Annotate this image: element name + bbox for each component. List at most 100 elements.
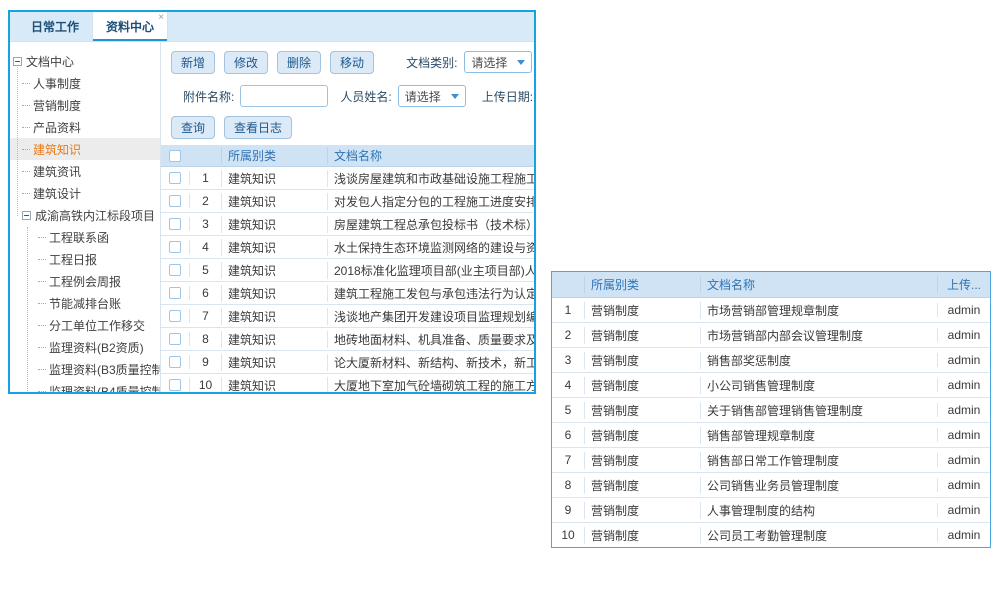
- row-category: 建筑知识: [221, 354, 327, 371]
- row-checkbox[interactable]: [169, 172, 181, 184]
- documents-table-header: 所属别类 文档名称: [161, 145, 534, 167]
- view-log-button[interactable]: 查看日志: [224, 116, 292, 139]
- row-category: 建筑知识: [221, 170, 327, 187]
- tree-item[interactable]: 人事制度: [10, 72, 160, 94]
- toolbar-row-actions: 新增 修改 删除 移动 文档类别: 请选择 文档名称:: [161, 46, 534, 78]
- tree-item[interactable]: 产品资料: [10, 116, 160, 138]
- row-doc-name: 销售部奖惩制度: [700, 352, 937, 369]
- row-category: 建筑知识: [221, 239, 327, 256]
- row-checkbox[interactable]: [169, 379, 181, 391]
- row-category: 建筑知识: [221, 193, 327, 210]
- row-index: 9: [189, 355, 221, 369]
- table-row[interactable]: 1 营销制度 市场营销部管理规章制度 admin: [552, 298, 990, 323]
- table-row[interactable]: 6 建筑知识 建筑工程施工发包与承包违法行为认定...: [161, 282, 534, 305]
- tree-item[interactable]: 工程日报: [10, 248, 160, 270]
- tree-item-label: 建筑知识: [33, 141, 81, 158]
- table-row[interactable]: 8 营销制度 公司销售业务员管理制度 admin: [552, 473, 990, 498]
- tab-data-center[interactable]: 资料中心 ×: [92, 12, 168, 41]
- row-checkbox[interactable]: [169, 195, 181, 207]
- table-row[interactable]: 5 建筑知识 2018标准化监理项目部(业主项目部)人员...: [161, 259, 534, 282]
- collapse-icon[interactable]: [22, 211, 31, 220]
- doc-category-value: 请选择: [471, 54, 507, 71]
- row-category: 建筑知识: [221, 308, 327, 325]
- tree-item[interactable]: 文档中心: [10, 50, 160, 72]
- tree-item[interactable]: 节能减排台账: [10, 292, 160, 314]
- tree-item-label: 分工单位工作移交: [49, 317, 145, 334]
- tree-item[interactable]: 营销制度: [10, 94, 160, 116]
- tree-item-label: 监理资料(B3质量控制): [49, 361, 161, 378]
- row-doc-name: 水土保持生态环境监测网络的建设与资...: [327, 239, 534, 256]
- select-all-checkbox[interactable]: [169, 150, 181, 162]
- row-checkbox[interactable]: [169, 287, 181, 299]
- tree-item[interactable]: 成渝高铁内江标段项目: [10, 204, 160, 226]
- table-row[interactable]: 1 建筑知识 浅谈房屋建筑和市政基础设施工程施工...: [161, 167, 534, 190]
- row-checkbox[interactable]: [169, 356, 181, 368]
- tree-item[interactable]: 建筑资讯: [10, 160, 160, 182]
- person-name-label: 人员姓名:: [340, 88, 391, 105]
- row-category: 建筑知识: [221, 331, 327, 348]
- tree-item[interactable]: 监理资料(B2资质): [10, 336, 160, 358]
- row-doc-name: 销售部日常工作管理制度: [700, 452, 937, 469]
- table-row[interactable]: 9 建筑知识 论大厦新材料、新结构、新技术，新工...: [161, 351, 534, 374]
- toolbar-button[interactable]: 删除: [277, 51, 321, 74]
- desktop-canvas: 日常工作 资料中心 × 文档中心 人事制度: [0, 0, 1000, 600]
- row-checkbox[interactable]: [169, 310, 181, 322]
- tree-item[interactable]: 监理资料(B3质量控制): [10, 358, 160, 380]
- row-checkbox[interactable]: [169, 264, 181, 276]
- toolbar-button-label: 删除: [287, 54, 311, 71]
- row-index: 6: [552, 428, 584, 442]
- tree-item-label: 监理资料(B4质量控制): [49, 383, 161, 394]
- row-checkbox[interactable]: [169, 333, 181, 345]
- row-checkbox-cell: [161, 172, 189, 184]
- tree-item[interactable]: 分工单位工作移交: [10, 314, 160, 336]
- tab-daily-work[interactable]: 日常工作: [18, 12, 92, 41]
- row-index: 4: [189, 240, 221, 254]
- table-row[interactable]: 6 营销制度 销售部管理规章制度 admin: [552, 423, 990, 448]
- query-button[interactable]: 查询: [171, 116, 215, 139]
- row-index: 2: [552, 328, 584, 342]
- table-row[interactable]: 7 建筑知识 浅谈地产集团开发建设项目监理规划编...: [161, 305, 534, 328]
- row-doc-name: 关于销售部管理销售管理制度: [700, 402, 937, 419]
- table-row[interactable]: 5 营销制度 关于销售部管理销售管理制度 admin: [552, 398, 990, 423]
- tree-branch-line-icon: [22, 149, 30, 150]
- table-row[interactable]: 3 营销制度 销售部奖惩制度 admin: [552, 348, 990, 373]
- row-doc-name: 2018标准化监理项目部(业主项目部)人员...: [327, 262, 534, 279]
- tree-item[interactable]: 建筑知识: [10, 138, 160, 160]
- attachment-name-input[interactable]: [240, 85, 328, 107]
- table-row[interactable]: 2 建筑知识 对发包人指定分包的工程施工进度安排...: [161, 190, 534, 213]
- toolbar-button[interactable]: 修改: [224, 51, 268, 74]
- tree-branch-line-icon: [38, 369, 46, 370]
- table-row[interactable]: 4 营销制度 小公司销售管理制度 admin: [552, 373, 990, 398]
- table-row[interactable]: 7 营销制度 销售部日常工作管理制度 admin: [552, 448, 990, 473]
- tree-item[interactable]: 工程联系函: [10, 226, 160, 248]
- row-index: 8: [189, 332, 221, 346]
- tree-item-label: 成渝高铁内江标段项目: [35, 207, 155, 224]
- person-name-select[interactable]: 请选择: [398, 85, 466, 107]
- marketing-docs-table: 所属别类 文档名称 上传... 1 营销制度 市场营销部管理规章制度 admin…: [552, 272, 990, 548]
- row-checkbox[interactable]: [169, 218, 181, 230]
- collapse-icon[interactable]: [13, 57, 22, 66]
- tree-item-label: 人事制度: [33, 75, 81, 92]
- table-row[interactable]: 2 营销制度 市场营销部内部会议管理制度 admin: [552, 323, 990, 348]
- table-row[interactable]: 10 营销制度 公司员工考勤管理制度 admin: [552, 523, 990, 548]
- tree-item[interactable]: 工程例会周报: [10, 270, 160, 292]
- tree-item[interactable]: 建筑设计: [10, 182, 160, 204]
- row-category: 营销制度: [584, 527, 700, 544]
- tree-item-label: 工程日报: [49, 251, 97, 268]
- table-row[interactable]: 3 建筑知识 房屋建筑工程总承包投标书（技术标）...: [161, 213, 534, 236]
- toolbar-button[interactable]: 移动: [330, 51, 374, 74]
- table-row[interactable]: 4 建筑知识 水土保持生态环境监测网络的建设与资...: [161, 236, 534, 259]
- table-row[interactable]: 10 建筑知识 大厦地下室加气砼墙砌筑工程的施工方...: [161, 374, 534, 393]
- table-row[interactable]: 9 营销制度 人事管理制度的结构 admin: [552, 498, 990, 523]
- row-checkbox[interactable]: [169, 241, 181, 253]
- doc-category-select[interactable]: 请选择: [464, 51, 532, 73]
- tree-branch-line-icon: [22, 83, 30, 84]
- tree-item[interactable]: 监理资料(B4质量控制): [10, 380, 160, 393]
- row-category: 营销制度: [584, 477, 700, 494]
- toolbar-row-filters: 附件名称: 人员姓名: 请选择 上传日期:: [161, 78, 534, 114]
- close-tab-icon[interactable]: ×: [158, 13, 164, 23]
- toolbar-button[interactable]: 新增: [171, 51, 215, 74]
- row-index: 1: [552, 303, 584, 317]
- row-doc-name: 浅谈地产集团开发建设项目监理规划编...: [327, 308, 534, 325]
- table-row[interactable]: 8 建筑知识 地砖地面材料、机具准备、质量要求及...: [161, 328, 534, 351]
